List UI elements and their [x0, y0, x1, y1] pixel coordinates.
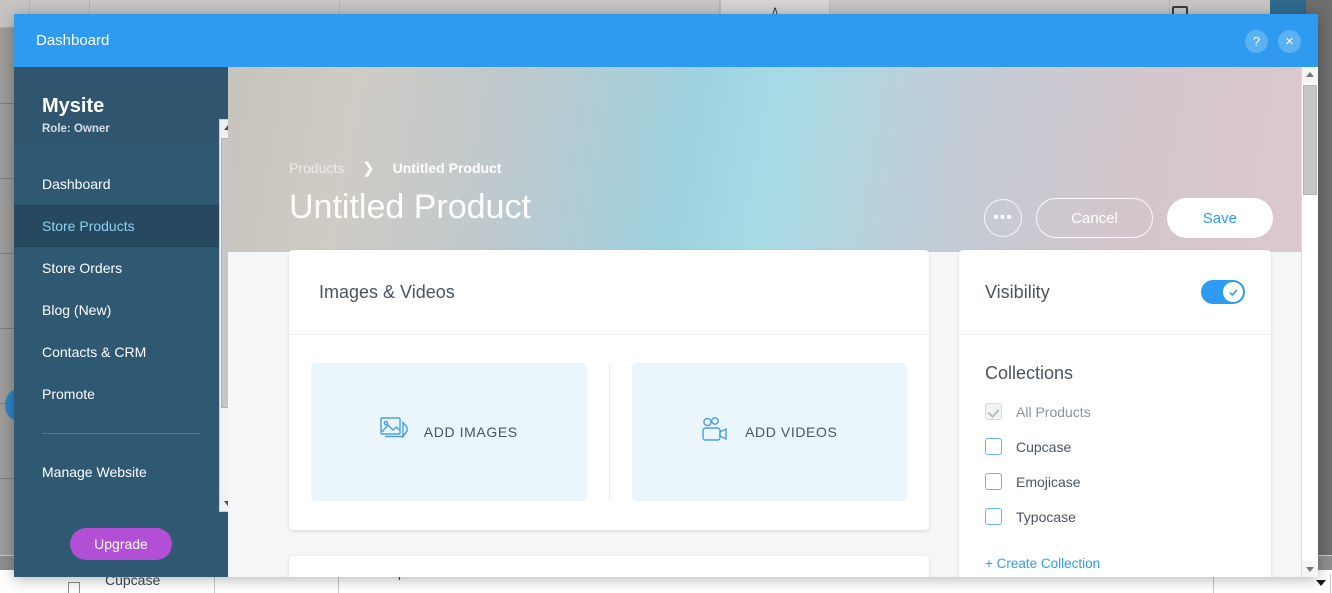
sidebar-item-store-orders[interactable]: Store Orders	[14, 247, 228, 289]
breadcrumb-products[interactable]: Products	[289, 160, 344, 176]
close-icon[interactable]: ×	[1278, 30, 1301, 53]
breadcrumb: Products ❯ Untitled Product	[289, 159, 502, 177]
dropzones: ADD IMAGES ADD VIDEOS	[289, 335, 929, 529]
checkbox-icon[interactable]	[985, 473, 1002, 490]
sidebar-item-dashboard[interactable]: Dashboard	[14, 163, 228, 205]
checkbox-icon[interactable]	[985, 403, 1002, 420]
save-button[interactable]: Save	[1166, 198, 1273, 238]
image-icon	[380, 416, 410, 448]
collection-item-cupcase[interactable]: Cupcase	[959, 429, 1271, 464]
sidebar-item-store-products[interactable]: Store Products	[14, 205, 228, 247]
modal-title: Dashboard	[36, 32, 110, 49]
add-images-dropzone[interactable]: ADD IMAGES	[311, 363, 587, 501]
create-collection-link[interactable]: + Create Collection	[959, 534, 1271, 571]
dropzone-divider	[608, 363, 610, 501]
collection-label: Typocase	[1016, 508, 1076, 525]
add-images-label: ADD IMAGES	[423, 424, 518, 440]
site-block: Mysite Role: Owner	[14, 67, 228, 142]
site-role: Role: Owner	[42, 123, 110, 135]
add-videos-dropzone[interactable]: ADD VIDEOS	[631, 363, 907, 501]
visibility-collections-card: Visibility Collections All Products Cupc…	[959, 250, 1271, 577]
content-scroll-thumb[interactable]	[1303, 85, 1317, 195]
product-info-title: Product Info	[289, 556, 929, 577]
hero-actions: ••• Cancel Save	[984, 198, 1273, 238]
page-root: ∧ Cupcase Cupcake Donuts Ice Cream Ice C…	[0, 0, 1332, 593]
product-info-card: Product Info	[289, 556, 929, 577]
main-content: Products ❯ Untitled Product Untitled Pro…	[228, 67, 1318, 577]
background-scroll-down-arrow[interactable]	[1315, 576, 1328, 589]
sidebar-item-manage-website[interactable]: Manage Website	[14, 452, 228, 492]
modal-titlebar: Dashboard ? ×	[14, 14, 1318, 67]
add-videos-label: ADD VIDEOS	[745, 424, 838, 440]
sidebar-divider	[42, 433, 200, 434]
collection-item-all-products[interactable]: All Products	[959, 394, 1271, 429]
content-scrollbar[interactable]	[1301, 67, 1318, 577]
breadcrumb-current: Untitled Product	[392, 160, 502, 176]
content-scroll-up-icon[interactable]	[1302, 67, 1318, 83]
cancel-button[interactable]: Cancel	[1036, 198, 1153, 238]
images-videos-title: Images & Videos	[289, 250, 929, 335]
sidebar-item-blog[interactable]: Blog (New)	[14, 289, 228, 331]
site-name: Mysite	[42, 95, 105, 117]
toggle-knob	[1223, 282, 1243, 302]
sidebar: Mysite Role: Owner Dashboard Store Produ…	[14, 67, 228, 577]
collection-label: Emojicase	[1016, 473, 1081, 490]
background-column-divider	[1330, 574, 1331, 593]
checkbox-icon[interactable]	[985, 438, 1002, 455]
checkbox-icon[interactable]	[985, 508, 1002, 525]
sidebar-item-contacts-crm[interactable]: Contacts & CRM	[14, 331, 228, 373]
visibility-label: Visibility	[985, 281, 1050, 302]
video-camera-icon	[701, 416, 731, 448]
collection-label: All Products	[1016, 403, 1091, 420]
upgrade-button[interactable]: Upgrade	[70, 528, 172, 560]
chevron-right-icon: ❯	[362, 160, 375, 177]
collection-item-emojicase[interactable]: Emojicase	[959, 464, 1271, 499]
dashboard-modal: Dashboard ? × Mysite Role: Owner Dashboa…	[14, 14, 1318, 577]
page-title: Untitled Product	[289, 188, 531, 226]
sidebar-item-promote[interactable]: Promote	[14, 373, 228, 415]
help-icon[interactable]: ?	[1245, 30, 1268, 53]
collection-label: Cupcase	[1016, 438, 1072, 455]
background-left-strip	[0, 28, 14, 593]
content-scroll-down-icon[interactable]	[1302, 561, 1318, 577]
visibility-row: Visibility	[959, 250, 1271, 335]
sidebar-nav: Dashboard Store Products Store Orders Bl…	[14, 163, 228, 492]
visibility-toggle[interactable]	[1201, 280, 1245, 304]
images-videos-card: Images & Videos ADD IMAGES ADD VIDEOS	[289, 250, 929, 530]
collections-title: Collections	[985, 363, 1074, 383]
more-options-button[interactable]: •••	[984, 199, 1023, 237]
background-row-checkbox[interactable]	[68, 582, 80, 593]
collection-item-typocase[interactable]: Typocase	[959, 499, 1271, 534]
upgrade-container: Upgrade	[14, 528, 228, 560]
